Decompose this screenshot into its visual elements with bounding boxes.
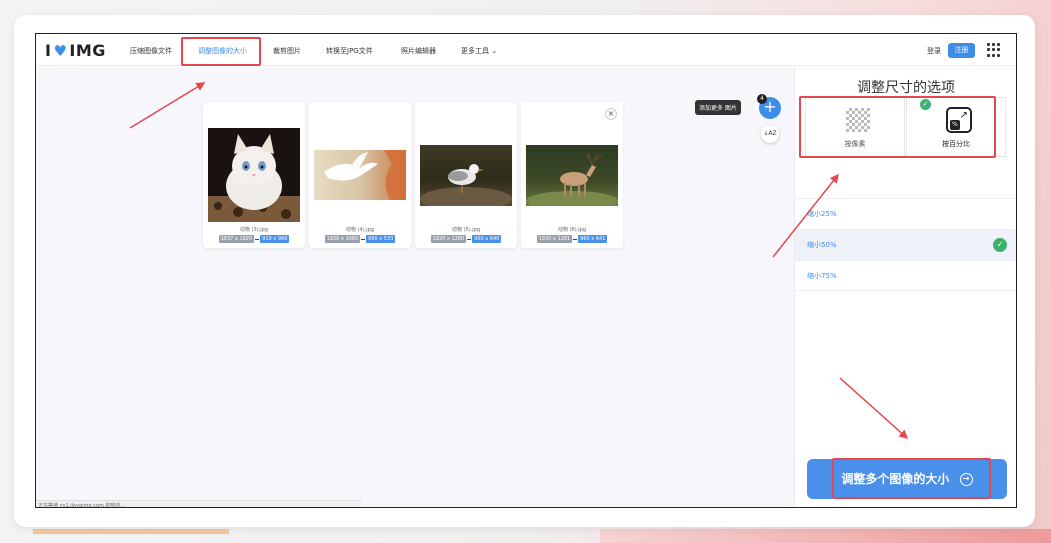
image-card[interactable]: 动物 (4).jpg 1920 x 1065 960 x 533	[309, 102, 411, 248]
image-workspace: 动物 (3).jpg 1837 x 1920 919 x 960 动物 (4).…	[36, 67, 794, 507]
arrow-icon	[255, 238, 260, 240]
check-icon: ✓	[920, 99, 931, 110]
bottom-strip-peach	[33, 529, 229, 534]
sort-az-button[interactable]: ↓AZ	[761, 125, 779, 143]
top-nav: I ♥ IMG 压缩图像文件 调整图像的大小 裁剪图片 转换至JPG文件 照片编…	[36, 34, 1016, 66]
image-filename: 动物 (3).jpg	[240, 227, 268, 233]
arrow-right-circle-icon: →	[959, 473, 973, 486]
nav-photo-editor[interactable]: 照片编辑器	[401, 46, 436, 56]
image-filename: 动物 (5).jpg	[452, 227, 480, 233]
option-by-pixel[interactable]: 按像素	[805, 97, 905, 157]
arrow-icon	[361, 238, 366, 240]
nav-more-tools[interactable]: 更多工具 ⌄	[461, 46, 497, 56]
heart-icon: ♥	[53, 41, 68, 60]
login-link[interactable]: 登录	[927, 46, 941, 56]
expand-arrow-icon: ↗	[959, 110, 968, 121]
reduce-75-option[interactable]: 缩小75%	[795, 260, 1016, 291]
original-size: 1837 x 1920	[218, 235, 255, 243]
image-filename: 动物 (4).jpg	[346, 227, 374, 233]
image-dimensions: 1920 x 1065 960 x 533	[309, 235, 411, 243]
new-size: 960 x 641	[578, 235, 608, 243]
arrow-icon	[467, 238, 472, 240]
register-button[interactable]: 注册	[948, 43, 975, 58]
browser-frame: I ♥ IMG 压缩图像文件 调整图像的大小 裁剪图片 转换至JPG文件 照片编…	[35, 33, 1017, 508]
apps-grid-icon[interactable]	[987, 43, 1001, 57]
nav-compress[interactable]: 压缩图像文件	[130, 46, 172, 56]
image-card[interactable]: 动物 (6).jpg 1920 x 1281 960 x 641	[521, 102, 623, 248]
original-size: 1920 x 1065	[324, 235, 361, 243]
check-icon: ✓	[993, 238, 1007, 252]
resize-images-button[interactable]: 调整多个图像的大小 →	[807, 459, 1007, 499]
chevron-down-icon: ⌄	[491, 47, 498, 55]
percent-resize-icon: % ↗	[946, 107, 972, 133]
new-size: 960 x 640	[472, 235, 502, 243]
original-size: 1920 x 1280	[430, 235, 467, 243]
deer-image	[526, 145, 618, 206]
image-dimensions: 1920 x 1280 960 x 640	[415, 235, 517, 243]
image-dimensions: 1920 x 1281 960 x 641	[521, 235, 623, 243]
original-size: 1920 x 1281	[536, 235, 573, 243]
panel-title: 调整尺寸的选项	[857, 80, 955, 96]
image-card[interactable]: 动物 (3).jpg 1837 x 1920 919 x 960	[203, 102, 305, 248]
new-size: 919 x 960	[260, 235, 290, 243]
image-dimensions: 1837 x 1920 919 x 960	[203, 235, 305, 243]
add-more-tooltip: 添加更多 图片	[695, 100, 741, 115]
new-size: 960 x 533	[366, 235, 396, 243]
arrow-icon	[573, 238, 578, 240]
reduce-25-option[interactable]: 缩小25%	[795, 198, 1016, 229]
resize-mode-options: 按像素 % ↗ 按百分比 ✓	[805, 97, 1006, 157]
bottom-strip-red	[600, 529, 1051, 543]
image-filename: 动物 (6).jpg	[558, 227, 586, 233]
image-card[interactable]: 动物 (5).jpg 1920 x 1280 960 x 640	[415, 102, 517, 248]
image-count-badge: 4	[757, 94, 767, 104]
kitten-image	[208, 128, 300, 222]
pixel-resize-icon	[846, 108, 870, 132]
dove-image	[314, 150, 406, 200]
status-bar: 正在等待 cn1.iloveimg.com 的响应...	[36, 500, 361, 507]
nav-convert-jpg[interactable]: 转换至JPG文件	[326, 46, 373, 56]
seagull-image	[420, 145, 512, 206]
logo[interactable]: I ♥ IMG	[45, 41, 106, 60]
nav-crop[interactable]: 裁剪图片	[273, 46, 301, 56]
reduce-50-option[interactable]: 缩小50% ✓	[795, 229, 1016, 260]
options-panel: 调整尺寸的选项 按像素 % ↗ 按百分比 ✓ 缩小25% 缩小50% ✓ 缩小7…	[794, 67, 1016, 507]
nav-resize[interactable]: 调整图像的大小	[198, 46, 247, 56]
close-icon[interactable]: ×	[605, 108, 617, 120]
